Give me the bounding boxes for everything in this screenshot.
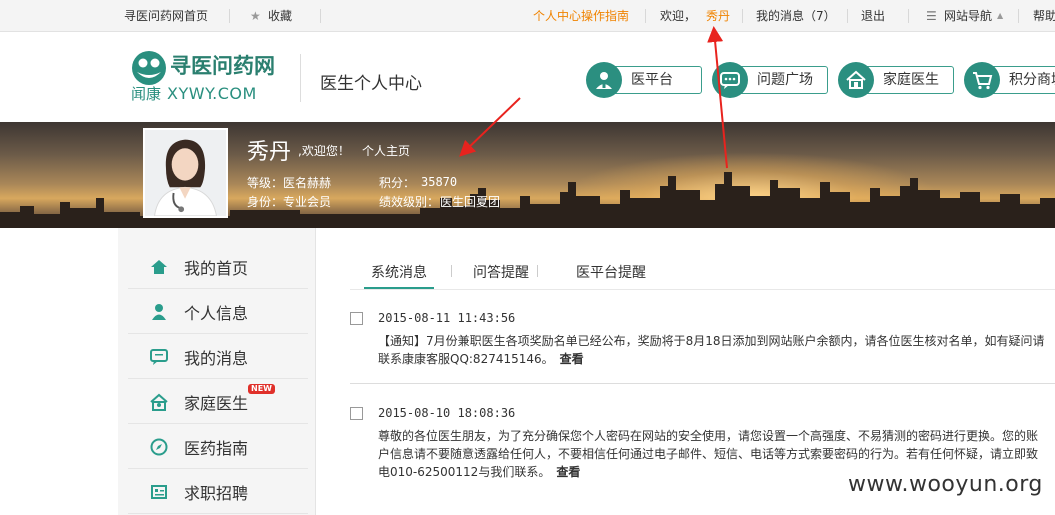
nav-button-label: 问题广场 bbox=[757, 72, 813, 88]
site-nav-link[interactable]: 网站导航 bbox=[944, 0, 992, 32]
watermark: www.wooyun.org bbox=[848, 472, 1043, 497]
divider bbox=[645, 9, 646, 23]
level-value: 医名赫赫 bbox=[283, 176, 332, 190]
help-link[interactable]: 帮助 bbox=[1033, 0, 1055, 32]
caret-up-icon: ▲ bbox=[997, 11, 1004, 20]
sidebar-item-label: 我的消息 bbox=[184, 349, 249, 368]
nav-button-label: 医平台 bbox=[631, 72, 673, 88]
message-checkbox[interactable] bbox=[350, 407, 363, 420]
top-bar: 寻医问药网首页 ★ 收藏 个人中心操作指南 欢迎， 秀丹 我的消息（7） 退出 … bbox=[0, 0, 1055, 32]
tab-system-messages[interactable]: 系统消息 bbox=[371, 262, 427, 282]
message-body: 【通知】7月份兼职医生各项奖励名单已经公布，奖励将于8月18日添加到网站账户余额… bbox=[378, 332, 1046, 368]
performance-value: 医生回夏团 bbox=[440, 195, 501, 209]
level-label: 等级： bbox=[247, 176, 284, 190]
nav-button-label: 积分商城 bbox=[1009, 72, 1055, 88]
divider bbox=[847, 9, 848, 23]
sidebar-item-label: 求职招聘 bbox=[184, 484, 249, 503]
message-icon bbox=[150, 349, 168, 365]
sidebar-item-home[interactable]: 我的首页 bbox=[128, 244, 308, 289]
view-link[interactable]: 查看 bbox=[556, 465, 580, 479]
profile-welcome: ,欢迎您！ bbox=[298, 144, 350, 158]
site-home-link[interactable]: 寻医问药网首页 bbox=[124, 0, 208, 32]
logo-sub-en: XYWY.COM bbox=[167, 84, 257, 103]
avatar[interactable] bbox=[143, 128, 228, 218]
sidebar-item-label: 医药指南 bbox=[184, 439, 249, 458]
divider bbox=[908, 9, 909, 23]
menu-icon: ☰ bbox=[926, 9, 937, 23]
profile-name: 秀丹 bbox=[247, 140, 292, 165]
tabs-underline bbox=[350, 289, 1055, 290]
sidebar-item-jobs[interactable]: 求职招聘 bbox=[128, 469, 308, 514]
logo-text[interactable]: 寻医问药网 bbox=[170, 50, 275, 80]
guide-link[interactable]: 个人中心操作指南 bbox=[533, 0, 629, 32]
active-tab-indicator bbox=[364, 287, 434, 289]
logo-subtitle: 闻康 XYWY.COM bbox=[131, 83, 257, 104]
message-text: 【通知】7月份兼职医生各项奖励名单已经公布，奖励将于8月18日添加到网站账户余额… bbox=[378, 334, 1045, 366]
identity-label: 身份： bbox=[247, 195, 284, 209]
performance-label: 绩效级别： bbox=[379, 195, 440, 209]
identity-value: 专业会员 bbox=[283, 195, 332, 209]
sidebar-item-messages[interactable]: 我的消息 bbox=[128, 334, 308, 379]
message-date: 2015-08-10 18:08:36 bbox=[378, 406, 516, 420]
username-link[interactable]: 秀丹 bbox=[706, 0, 730, 32]
new-badge: NEW bbox=[248, 384, 275, 394]
family-doctor-icon bbox=[150, 393, 168, 411]
tab-divider bbox=[537, 265, 538, 277]
home-icon bbox=[151, 260, 167, 274]
sidebar-item-family-doctor[interactable]: 家庭医生 bbox=[128, 379, 308, 424]
favorite-link[interactable]: 收藏 bbox=[268, 0, 292, 32]
house-icon bbox=[838, 62, 874, 98]
job-icon bbox=[151, 485, 167, 499]
points-label: 积分： bbox=[379, 176, 416, 190]
header-divider bbox=[300, 54, 301, 102]
cart-icon bbox=[964, 62, 1000, 98]
sidebar-item-medical-guide[interactable]: 医药指南 bbox=[128, 424, 308, 469]
points-value: 35870 bbox=[421, 175, 458, 189]
nav-button-label: 家庭医生 bbox=[883, 72, 939, 88]
divider bbox=[320, 9, 321, 23]
message-divider bbox=[350, 383, 1055, 384]
divider bbox=[742, 9, 743, 23]
message-checkbox[interactable] bbox=[350, 312, 363, 325]
my-messages-link[interactable]: 我的消息（7） bbox=[756, 0, 836, 32]
page-title: 医生个人中心 bbox=[320, 74, 422, 94]
sidebar-item-profile[interactable]: 个人信息 bbox=[128, 289, 308, 334]
logout-link[interactable]: 退出 bbox=[861, 0, 885, 32]
welcome-text: 欢迎， bbox=[660, 9, 697, 23]
tab-divider bbox=[451, 265, 452, 277]
star-icon: ★ bbox=[250, 9, 261, 23]
personal-homepage-link[interactable]: 个人主页 bbox=[362, 142, 410, 159]
sidebar-item-label: 家庭医生 bbox=[184, 394, 249, 413]
chat-icon bbox=[712, 62, 748, 98]
divider bbox=[229, 9, 230, 23]
tab-platform-reminders[interactable]: 医平台提醒 bbox=[576, 262, 646, 282]
divider bbox=[1018, 9, 1019, 23]
doctor-icon bbox=[586, 62, 622, 98]
sidebar-item-label: 我的首页 bbox=[184, 259, 249, 278]
tab-qa-reminders[interactable]: 问答提醒 bbox=[473, 262, 529, 282]
message-date: 2015-08-11 11:43:56 bbox=[378, 311, 516, 325]
sidebar-item-label: 个人信息 bbox=[184, 304, 249, 323]
logo-sub-cn: 闻康 bbox=[131, 85, 162, 103]
compass-icon bbox=[150, 438, 168, 456]
view-link[interactable]: 查看 bbox=[560, 352, 584, 366]
user-icon bbox=[152, 304, 166, 320]
logo-icon[interactable] bbox=[131, 50, 167, 86]
